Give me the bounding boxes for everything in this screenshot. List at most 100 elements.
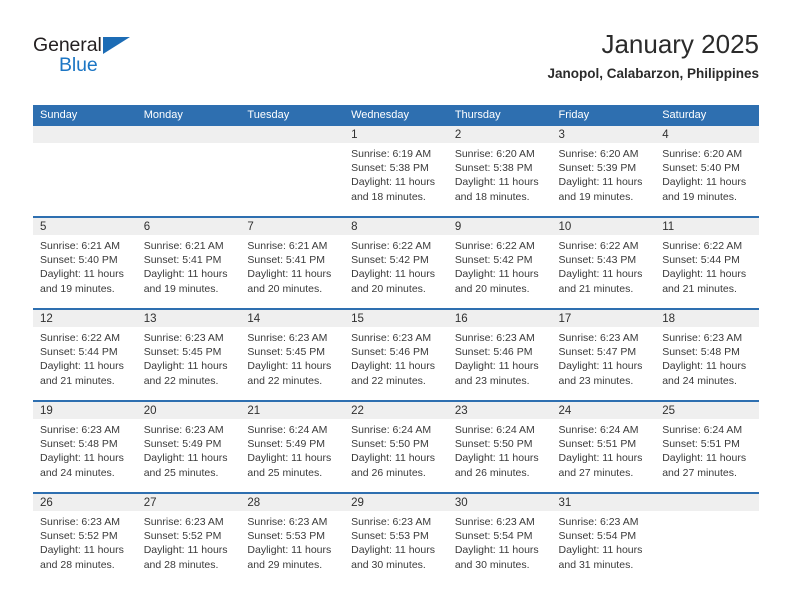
daylight-text-line1: Daylight: 11 hours (558, 360, 643, 373)
weekday-header-sunday: Sunday (33, 105, 137, 126)
calendar-day-cell[interactable] (240, 126, 345, 217)
calendar-day-cell[interactable]: 26 Sunrise: 6:23 AM Sunset: 5:52 PM Dayligh… (33, 492, 137, 584)
calendar-day: 8 Sunrise: 6:22 AM Sunset: 5:42 PM Daylight… (344, 218, 448, 308)
logo-text-general: General (33, 34, 102, 56)
sunset-text: Sunset: 5:54 PM (558, 530, 637, 543)
daylight-text-line2: and 22 minutes. (351, 374, 426, 387)
calendar-day-cell[interactable]: 24 Sunrise: 6:24 AM Sunset: 5:51 PM Dayligh… (551, 400, 656, 493)
calendar-day-cell[interactable]: 8 Sunrise: 6:22 AM Sunset: 5:42 PM Daylight… (344, 216, 448, 309)
calendar-day-cell[interactable]: 11 Sunrise: 6:22 AM Sunset: 5:44 PM Dayligh… (655, 216, 759, 309)
calendar-day-cell[interactable]: 17 Sunrise: 6:23 AM Sunset: 5:47 PM Dayligh… (551, 308, 656, 401)
calendar-day: 16 Sunrise: 6:23 AM Sunset: 5:46 PM Dayligh… (447, 310, 552, 400)
calendar-day-cell[interactable]: 5 Sunrise: 6:21 AM Sunset: 5:40 PM Daylight… (33, 216, 137, 309)
day-number: 25 (655, 402, 759, 419)
daylight-text-line1: Daylight: 11 hours (454, 268, 539, 281)
day-sun-info: Sunrise: 6:20 AM Sunset: 5:40 PM Daylight:… (655, 143, 759, 204)
calendar-day-cell[interactable]: 16 Sunrise: 6:23 AM Sunset: 5:46 PM Dayligh… (447, 308, 552, 401)
calendar-day-cell[interactable] (33, 126, 137, 217)
day-number: 22 (344, 402, 448, 419)
calendar-day-cell[interactable]: 1 Sunrise: 6:19 AM Sunset: 5:38 PM Daylight… (344, 126, 448, 217)
calendar-day-cell[interactable]: 14 Sunrise: 6:23 AM Sunset: 5:45 PM Dayligh… (240, 308, 345, 401)
sunrise-text: Sunrise: 6:24 AM (351, 424, 432, 436)
daylight-text-line2: and 22 minutes. (143, 374, 219, 387)
day-sun-info: Sunrise: 6:23 AM Sunset: 5:45 PM Daylight:… (240, 327, 344, 388)
calendar-day-cell[interactable]: 7 Sunrise: 6:21 AM Sunset: 5:41 PM Daylight… (240, 216, 345, 309)
sunrise-text: Sunrise: 6:23 AM (247, 332, 328, 344)
calendar-day: 14 Sunrise: 6:23 AM Sunset: 5:45 PM Dayligh… (240, 310, 345, 400)
calendar-day-cell[interactable]: 2 Sunrise: 6:20 AM Sunset: 5:38 PM Daylight… (447, 126, 552, 217)
day-number: 30 (447, 494, 552, 511)
daylight-text-line1: Daylight: 11 hours (247, 360, 332, 373)
calendar-day: 26 Sunrise: 6:23 AM Sunset: 5:52 PM Dayligh… (33, 494, 137, 584)
day-sun-info: Sunrise: 6:21 AM Sunset: 5:40 PM Daylight:… (33, 235, 137, 296)
sunset-text: Sunset: 5:42 PM (454, 254, 533, 267)
day-number: 5 (33, 218, 137, 235)
daylight-text-line1: Daylight: 11 hours (40, 360, 124, 373)
calendar-day-cell[interactable]: 31 Sunrise: 6:23 AM Sunset: 5:54 PM Dayligh… (551, 492, 656, 584)
calendar-day-cell[interactable]: 9 Sunrise: 6:22 AM Sunset: 5:42 PM Daylight… (447, 216, 552, 309)
weekday-header-friday: Friday (551, 105, 656, 126)
day-number: 3 (551, 126, 656, 143)
calendar-day-cell[interactable]: 4 Sunrise: 6:20 AM Sunset: 5:40 PM Daylight… (655, 126, 759, 217)
general-blue-logo[interactable]: General Blue (33, 34, 153, 84)
sunrise-text: Sunrise: 6:24 AM (662, 424, 743, 436)
calendar-day: 7 Sunrise: 6:21 AM Sunset: 5:41 PM Daylight… (240, 218, 345, 308)
daylight-text-line2: and 24 minutes. (662, 374, 737, 387)
calendar-day-cell[interactable]: 27 Sunrise: 6:23 AM Sunset: 5:52 PM Dayligh… (136, 492, 241, 584)
calendar-day-cell[interactable]: 20 Sunrise: 6:23 AM Sunset: 5:49 PM Dayligh… (136, 400, 241, 493)
daylight-text-line2: and 22 minutes. (247, 374, 323, 387)
calendar-day: 27 Sunrise: 6:23 AM Sunset: 5:52 PM Dayligh… (136, 494, 241, 584)
daylight-text-line2: and 21 minutes. (558, 282, 634, 295)
sunrise-text: Sunrise: 6:22 AM (558, 240, 639, 252)
calendar-day-cell[interactable]: 6 Sunrise: 6:21 AM Sunset: 5:41 PM Daylight… (136, 216, 241, 309)
day-sun-info: Sunrise: 6:23 AM Sunset: 5:53 PM Daylight:… (344, 511, 448, 572)
calendar-day-cell[interactable]: 22 Sunrise: 6:24 AM Sunset: 5:50 PM Dayligh… (344, 400, 448, 493)
daylight-text-line1: Daylight: 11 hours (247, 544, 332, 557)
calendar-day-cell[interactable]: 3 Sunrise: 6:20 AM Sunset: 5:39 PM Daylight… (551, 126, 656, 217)
day-sun-info: Sunrise: 6:22 AM Sunset: 5:42 PM Daylight:… (344, 235, 448, 296)
daylight-text-line1: Daylight: 11 hours (662, 452, 747, 465)
day-sun-info: Sunrise: 6:23 AM Sunset: 5:45 PM Daylight:… (137, 327, 241, 388)
sunset-text: Sunset: 5:51 PM (662, 438, 740, 451)
calendar-day-cell[interactable]: 23 Sunrise: 6:24 AM Sunset: 5:50 PM Dayligh… (447, 400, 552, 493)
calendar-day-cell[interactable]: 10 Sunrise: 6:22 AM Sunset: 5:43 PM Dayligh… (551, 216, 656, 309)
calendar-day-cell[interactable]: 18 Sunrise: 6:23 AM Sunset: 5:48 PM Dayligh… (655, 308, 759, 401)
calendar-day-cell[interactable]: 29 Sunrise: 6:23 AM Sunset: 5:53 PM Dayligh… (344, 492, 448, 584)
calendar-page: General Blue January 2025 Janopol, Calab… (0, 0, 792, 612)
calendar-day-cell[interactable]: 19 Sunrise: 6:23 AM Sunset: 5:48 PM Dayligh… (33, 400, 137, 493)
calendar-day-cell[interactable]: 21 Sunrise: 6:24 AM Sunset: 5:49 PM Dayligh… (240, 400, 345, 493)
calendar-day: 30 Sunrise: 6:23 AM Sunset: 5:54 PM Dayligh… (447, 494, 552, 584)
day-sun-info: Sunrise: 6:23 AM Sunset: 5:54 PM Daylight:… (448, 511, 552, 572)
calendar-day-cell[interactable]: 25 Sunrise: 6:24 AM Sunset: 5:51 PM Dayligh… (655, 400, 759, 493)
calendar-day: 11 Sunrise: 6:22 AM Sunset: 5:44 PM Dayligh… (655, 218, 759, 308)
sunrise-text: Sunrise: 6:23 AM (143, 332, 224, 344)
calendar-day-cell[interactable]: 13 Sunrise: 6:23 AM Sunset: 5:45 PM Dayligh… (136, 308, 241, 401)
calendar-day-cell[interactable] (136, 126, 241, 217)
daylight-text-line1: Daylight: 11 hours (40, 544, 124, 557)
calendar-day-cell[interactable]: 30 Sunrise: 6:23 AM Sunset: 5:54 PM Dayligh… (447, 492, 552, 584)
weekday-header-row: Sunday Monday Tuesday Wednesday Thursday… (33, 105, 759, 126)
calendar-day: 20 Sunrise: 6:23 AM Sunset: 5:49 PM Dayligh… (136, 402, 241, 492)
calendar-week-row: 12 Sunrise: 6:22 AM Sunset: 5:44 PM Dayligh… (33, 308, 759, 401)
daylight-text-line2: and 31 minutes. (558, 558, 634, 571)
day-number: 21 (240, 402, 345, 419)
calendar-day-empty (655, 494, 759, 584)
day-number: 24 (551, 402, 656, 419)
calendar-day: 19 Sunrise: 6:23 AM Sunset: 5:48 PM Dayligh… (33, 402, 137, 492)
daylight-text-line2: and 28 minutes. (143, 558, 219, 571)
calendar-day: 2 Sunrise: 6:20 AM Sunset: 5:38 PM Daylight… (447, 126, 552, 216)
sunset-text: Sunset: 5:48 PM (662, 346, 740, 359)
calendar-day-cell[interactable]: 12 Sunrise: 6:22 AM Sunset: 5:44 PM Dayligh… (33, 308, 137, 401)
sunrise-text: Sunrise: 6:23 AM (247, 516, 328, 528)
daylight-text-line1: Daylight: 11 hours (143, 544, 228, 557)
calendar-day: 18 Sunrise: 6:23 AM Sunset: 5:48 PM Dayligh… (655, 310, 759, 400)
calendar-day-cell[interactable]: 15 Sunrise: 6:23 AM Sunset: 5:46 PM Dayligh… (344, 308, 448, 401)
calendar-day-cell[interactable]: 28 Sunrise: 6:23 AM Sunset: 5:53 PM Dayligh… (240, 492, 345, 584)
calendar-day: 21 Sunrise: 6:24 AM Sunset: 5:49 PM Dayligh… (240, 402, 345, 492)
daylight-text-line2: and 24 minutes. (40, 466, 115, 479)
daylight-text-line2: and 27 minutes. (662, 466, 737, 479)
day-sun-info: Sunrise: 6:23 AM Sunset: 5:52 PM Daylight:… (33, 511, 137, 572)
day-number: 19 (33, 402, 137, 419)
calendar-day-cell[interactable] (655, 492, 759, 584)
calendar-day: 1 Sunrise: 6:19 AM Sunset: 5:38 PM Daylight… (344, 126, 448, 216)
